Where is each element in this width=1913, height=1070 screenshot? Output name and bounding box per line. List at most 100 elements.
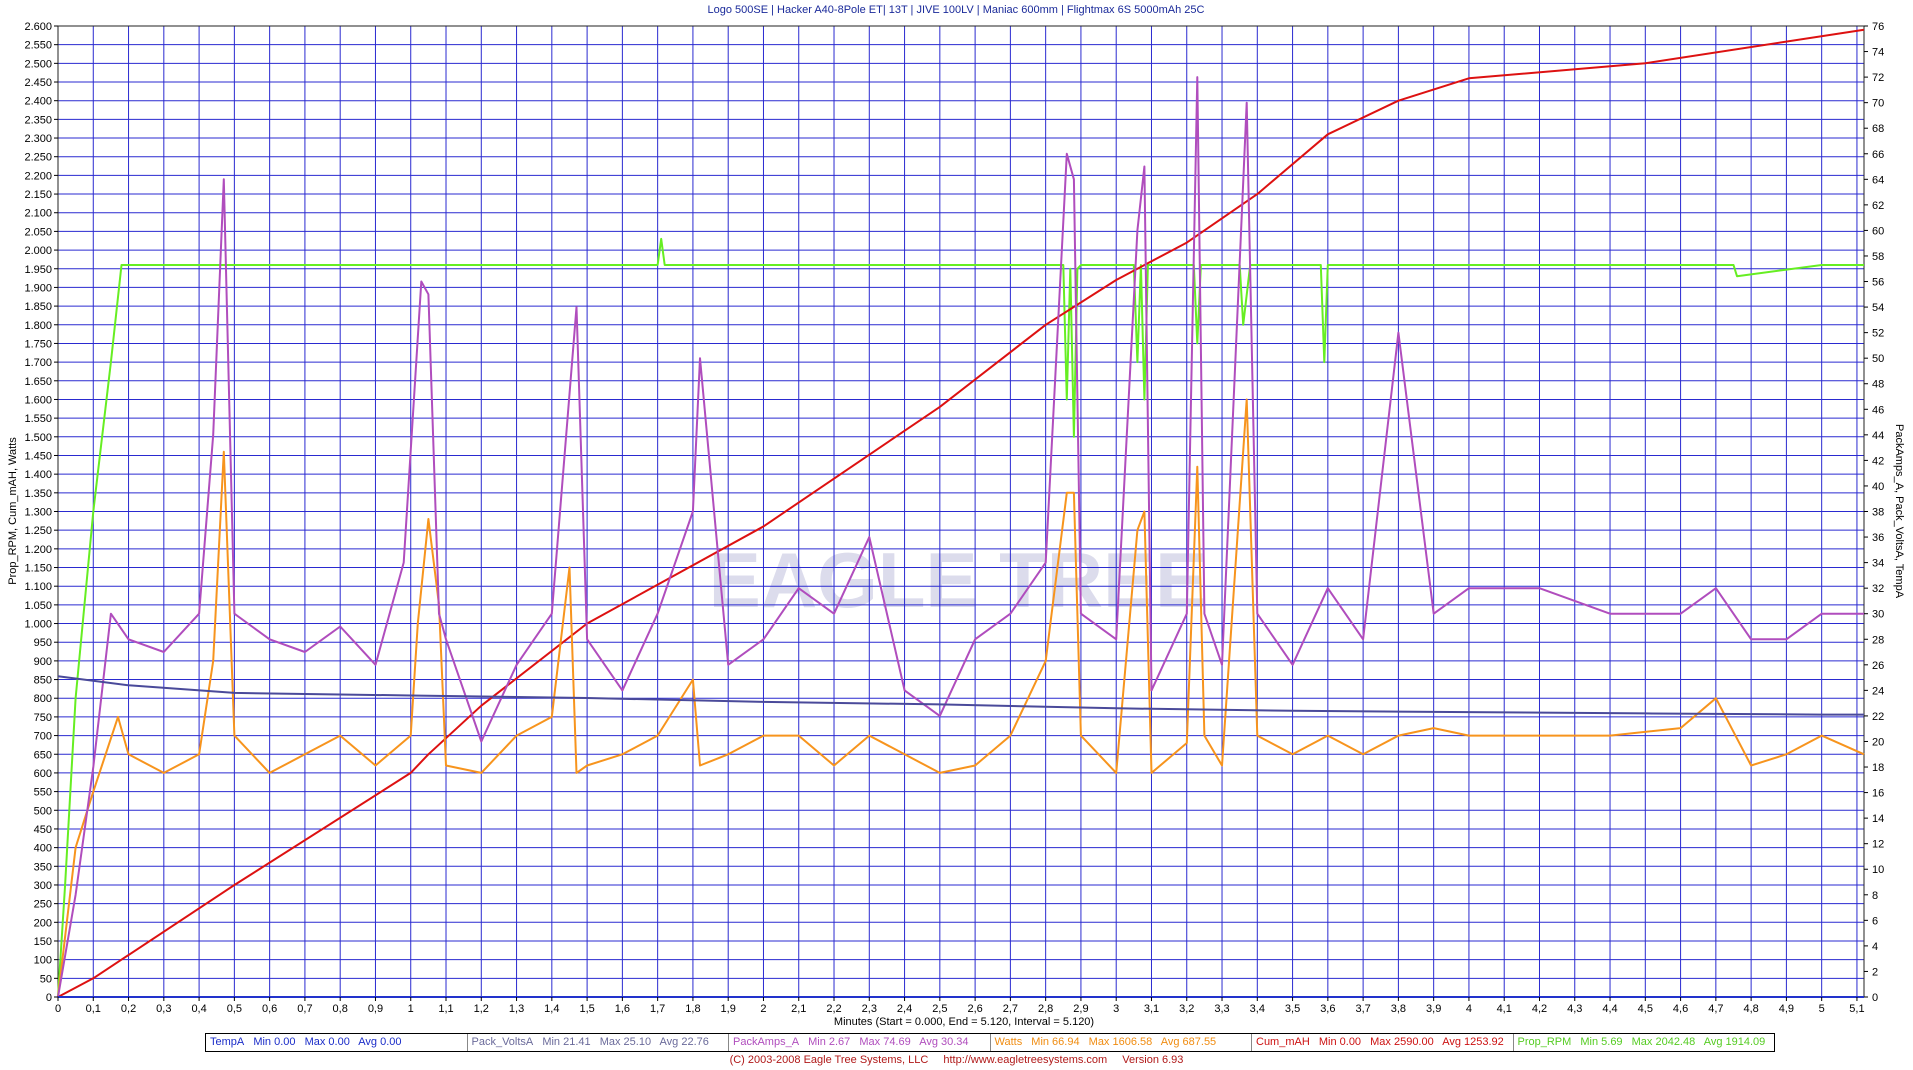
legend-item-tempa: TempA Min 0.00 Max 0.00 Avg 0.00 bbox=[206, 1034, 467, 1051]
series-line-pack-voltsa bbox=[57, 675, 1864, 716]
y-left-tick-label: 550 bbox=[34, 787, 52, 799]
x-tick-label: 3,1 bbox=[1144, 1003, 1159, 1015]
y-right-tick-label: 40 bbox=[1872, 481, 1884, 493]
x-tick-label: 2,9 bbox=[1073, 1003, 1088, 1015]
y-left-tick-label: 2.450 bbox=[24, 77, 52, 89]
y-left-tick-label: 950 bbox=[34, 637, 52, 649]
legend-name: Prop_RPM bbox=[1517, 1036, 1572, 1048]
series-line-cum-mah bbox=[57, 28, 1865, 998]
legend-name: Pack_VoltsA bbox=[471, 1036, 534, 1048]
x-tick-label: 0,6 bbox=[262, 1003, 277, 1015]
y-left-tick-label: 1.150 bbox=[24, 563, 52, 575]
x-tick-label: 4,6 bbox=[1673, 1003, 1688, 1015]
y-left-tick-label: 350 bbox=[34, 861, 52, 873]
y-left-tick-label: 400 bbox=[34, 843, 52, 855]
x-tick-label: 1 bbox=[408, 1003, 414, 1015]
legend-min: Min 66.94 bbox=[1031, 1036, 1080, 1048]
y-left-tick-label: 250 bbox=[34, 899, 52, 911]
y-left-tick-label: 1.250 bbox=[24, 525, 52, 537]
y-left-tick-label: 850 bbox=[34, 675, 52, 687]
y-right-tick-label: 46 bbox=[1872, 404, 1884, 416]
y-left-tick-label: 2.050 bbox=[24, 226, 52, 238]
x-tick-label: 4 bbox=[1466, 1003, 1472, 1015]
y-left-tick-label: 1.650 bbox=[24, 376, 52, 388]
y-left-tick-label: 1.750 bbox=[24, 338, 52, 350]
x-tick-label: 0,8 bbox=[333, 1003, 348, 1015]
y-left-tick-label: 300 bbox=[34, 880, 52, 892]
legend-item-watts: Watts Min 66.94 Max 1606.58 Avg 687.55 bbox=[989, 1034, 1252, 1051]
y-left-tick-label: 2.400 bbox=[24, 96, 52, 108]
y-right-tick-label: 8 bbox=[1872, 890, 1878, 902]
x-tick-label: 2,5 bbox=[932, 1003, 947, 1015]
legend-avg: Avg 22.76 bbox=[659, 1036, 709, 1048]
y-right-tick-label: 18 bbox=[1872, 762, 1884, 774]
y-left-tick-label: 700 bbox=[34, 731, 52, 743]
x-tick-label: 3,2 bbox=[1179, 1003, 1194, 1015]
legend: TempA Min 0.00 Max 0.00 Avg 0.00 Pack_Vo… bbox=[205, 1033, 1775, 1052]
y-axis-right-label: PackAmps_A, Pack_VoltsA, TempA bbox=[1893, 424, 1905, 599]
y-right-tick-label: 64 bbox=[1872, 174, 1884, 186]
y-right-tick-label: 50 bbox=[1872, 353, 1884, 365]
y-right-tick-label: 38 bbox=[1872, 507, 1884, 519]
website-link[interactable]: http://www.eagletreesystems.com bbox=[943, 1054, 1107, 1066]
x-tick-label: 1,4 bbox=[544, 1003, 559, 1015]
x-tick-label: 0 bbox=[55, 1003, 61, 1015]
x-tick-label: 0,9 bbox=[368, 1003, 383, 1015]
x-tick-label: 2,2 bbox=[826, 1003, 841, 1015]
y-left-tick-label: 1.550 bbox=[24, 413, 52, 425]
grid-lines bbox=[58, 26, 1864, 997]
y-axis-left: 0 50 100 150 200 250 300 350 400 450 500 550 600 650 7… bbox=[24, 21, 58, 1004]
y-right-tick-label: 6 bbox=[1872, 915, 1878, 927]
y-right-tick-label: 20 bbox=[1872, 736, 1884, 748]
x-tick-label: 2 bbox=[760, 1003, 766, 1015]
y-right-tick-label: 36 bbox=[1872, 532, 1884, 544]
legend-name: TempA bbox=[210, 1036, 245, 1048]
y-right-tick-label: 30 bbox=[1872, 609, 1884, 621]
x-tick-label: 3,6 bbox=[1320, 1003, 1335, 1015]
y-right-tick-label: 70 bbox=[1872, 98, 1884, 110]
y-right-tick-label: 24 bbox=[1872, 685, 1884, 697]
x-tick-label: 5 bbox=[1819, 1003, 1825, 1015]
y-left-tick-label: 2.150 bbox=[24, 189, 52, 201]
x-tick-label: 3,4 bbox=[1250, 1003, 1265, 1015]
x-tick-label: 1,3 bbox=[509, 1003, 524, 1015]
y-right-tick-label: 12 bbox=[1872, 839, 1884, 851]
y-right-tick-label: 32 bbox=[1872, 583, 1884, 595]
y-left-tick-label: 50 bbox=[40, 973, 52, 985]
legend-avg: Avg 687.55 bbox=[1160, 1036, 1217, 1048]
y-left-tick-label: 2.350 bbox=[24, 114, 52, 126]
y-right-tick-label: 58 bbox=[1872, 251, 1884, 263]
y-right-tick-label: 74 bbox=[1872, 47, 1884, 59]
x-tick-label: 0,5 bbox=[227, 1003, 242, 1015]
y-left-tick-label: 1.900 bbox=[24, 282, 52, 294]
x-tick-label: 4,7 bbox=[1708, 1003, 1723, 1015]
credits: (C) 2003-2008 Eagle Tree Systems, LLC ht… bbox=[0, 1054, 1913, 1066]
x-tick-label: 3,9 bbox=[1426, 1003, 1441, 1015]
y-left-tick-label: 1.000 bbox=[24, 619, 52, 631]
x-tick-label: 2,8 bbox=[1038, 1003, 1053, 1015]
y-left-tick-label: 150 bbox=[34, 936, 52, 948]
x-tick-label: 4,4 bbox=[1602, 1003, 1617, 1015]
x-tick-label: 1,8 bbox=[685, 1003, 700, 1015]
legend-max: Max 0.00 bbox=[304, 1036, 350, 1048]
y-left-tick-label: 2.600 bbox=[24, 21, 52, 33]
y-left-tick-label: 1.500 bbox=[24, 432, 52, 444]
y-right-tick-label: 68 bbox=[1872, 123, 1884, 135]
y-right-tick-label: 14 bbox=[1872, 813, 1884, 825]
x-tick-label: 4,8 bbox=[1743, 1003, 1758, 1015]
legend-name: Cum_mAH bbox=[1256, 1036, 1310, 1048]
y-right-tick-label: 16 bbox=[1872, 788, 1884, 800]
y-left-tick-label: 2.550 bbox=[24, 40, 52, 52]
series-group bbox=[57, 28, 1865, 998]
legend-max: Max 1606.58 bbox=[1088, 1036, 1153, 1048]
x-tick-label: 2,6 bbox=[967, 1003, 982, 1015]
copyright-text: (C) 2003-2008 Eagle Tree Systems, LLC bbox=[729, 1054, 929, 1066]
y-right-tick-label: 54 bbox=[1872, 302, 1884, 314]
y-left-tick-label: 2.000 bbox=[24, 245, 52, 257]
y-right-tick-label: 48 bbox=[1872, 379, 1884, 391]
x-tick-label: 3,5 bbox=[1285, 1003, 1300, 1015]
y-right-tick-label: 4 bbox=[1872, 941, 1878, 953]
y-left-tick-label: 1.450 bbox=[24, 450, 52, 462]
x-tick-label: 2,4 bbox=[897, 1003, 912, 1015]
legend-min: Min 0.00 bbox=[253, 1036, 296, 1048]
